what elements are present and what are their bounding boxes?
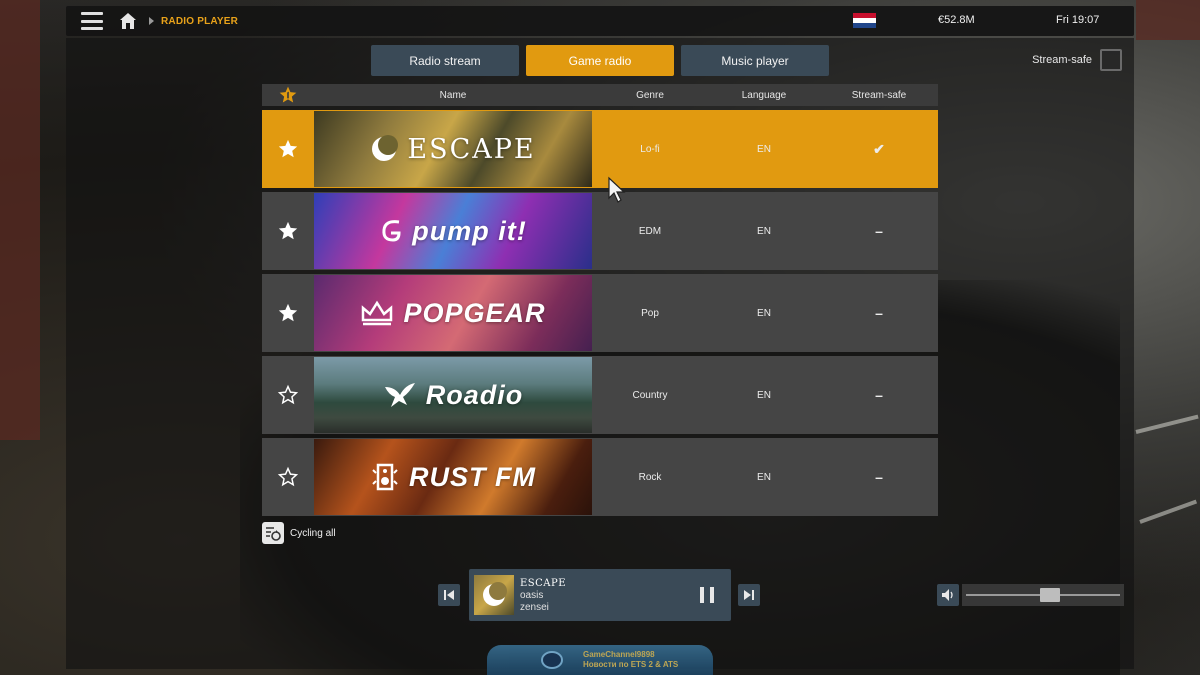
cycling-label: Cycling all: [290, 527, 336, 539]
moon-logo-icon: [372, 135, 399, 161]
money-balance: €52.8M: [938, 14, 975, 26]
station-name: Roadio: [383, 380, 524, 411]
eagle-logo-icon: [384, 383, 415, 407]
tab-radio-stream[interactable]: Radio stream: [371, 45, 519, 76]
now-playing-panel: ESCAPE oasis zensei: [469, 569, 731, 621]
station-name: ESCAPE: [370, 134, 535, 165]
language-cell: EN: [757, 307, 771, 319]
home-icon[interactable]: [119, 12, 137, 30]
stream-safe-cell: ✔: [873, 140, 885, 157]
pause-icon[interactable]: [700, 587, 714, 603]
genre-cell: Country: [632, 389, 668, 401]
skip-previous-icon: [444, 590, 454, 600]
game-clock: Fri 19:07: [1056, 14, 1100, 26]
previous-station-button[interactable]: [438, 584, 460, 606]
table-header: Name Genre Language Stream-safe: [262, 84, 938, 106]
star-filled-icon: [278, 139, 298, 158]
genre-cell: Rock: [638, 471, 662, 483]
station-banner: POPGEAR: [314, 275, 592, 351]
station-banner: pump it!: [314, 193, 592, 269]
favorite-toggle[interactable]: [262, 220, 314, 242]
station-banner: ESCAPE: [314, 111, 592, 187]
column-header-stream-safe[interactable]: Stream-safe: [820, 90, 938, 101]
cycle-list-icon: [262, 522, 284, 544]
station-name: pump it!: [379, 216, 526, 247]
table-row[interactable]: Roadio Country EN –: [262, 356, 938, 434]
favorite-toggle[interactable]: [262, 302, 314, 324]
volume-thumb[interactable]: [1040, 588, 1060, 602]
now-playing-artist: zensei: [520, 601, 549, 613]
now-playing-station: ESCAPE: [520, 577, 567, 589]
favorite-star-icon: [279, 86, 297, 103]
tab-music-player[interactable]: Music player: [681, 45, 829, 76]
favorite-toggle[interactable]: [262, 138, 314, 160]
favorites-header[interactable]: [262, 85, 314, 105]
star-outline-icon: [277, 384, 299, 405]
channel-logo-icon: [541, 651, 563, 669]
crown-logo-icon: [362, 300, 393, 326]
breadcrumb: RADIO PLAYER: [161, 15, 239, 27]
station-name: RUST FM: [370, 462, 536, 493]
hamburger-menu-icon[interactable]: [81, 12, 103, 30]
source-tabs: Radio stream Game radio Music player: [371, 45, 829, 76]
next-station-button[interactable]: [738, 584, 760, 606]
garage-beam: [0, 0, 40, 440]
genre-cell: EDM: [638, 225, 662, 237]
stream-safe-cell: –: [875, 469, 883, 485]
favorite-toggle[interactable]: [262, 466, 314, 488]
column-header-name[interactable]: Name: [314, 90, 592, 101]
star-outline-icon: [277, 466, 299, 487]
table-row[interactable]: pump it! EDM EN –: [262, 192, 938, 270]
skip-next-icon: [744, 590, 754, 600]
stream-safe-filter: Stream-safe: [1032, 49, 1122, 71]
floor-line: [1139, 499, 1198, 524]
star-filled-icon: [278, 303, 298, 322]
speaker-logo-icon: [372, 463, 398, 491]
station-list: ESCAPE Lo-fi EN ✔ pump it! EDM EN – POPG…: [262, 110, 938, 520]
pump-logo-icon: [382, 220, 401, 242]
floor-line: [1135, 414, 1199, 434]
cycling-mode-toggle[interactable]: Cycling all: [262, 522, 336, 544]
radio-panel: Radio stream Game radio Music player Str…: [66, 38, 1134, 669]
genre-cell: Lo-fi: [640, 143, 660, 155]
station-artwork: [474, 575, 514, 615]
mute-button[interactable]: [937, 584, 959, 606]
language-cell: EN: [757, 471, 771, 483]
breadcrumb-arrow-icon: [149, 17, 154, 25]
station-banner: RUST FM: [314, 439, 592, 515]
star-filled-icon: [278, 221, 298, 240]
now-playing-track: oasis: [520, 589, 544, 601]
garage-beam: [1136, 0, 1200, 40]
watermark-text: GameChannel9898 Новости по ETS 2 & ATS: [583, 650, 679, 669]
channel-watermark: GameChannel9898 Новости по ETS 2 & ATS: [487, 645, 713, 675]
genre-cell: Pop: [641, 307, 659, 319]
stream-safe-cell: –: [875, 223, 883, 239]
top-bar: RADIO PLAYER €52.8M Fri 19:07: [66, 6, 1134, 36]
volume-slider[interactable]: [962, 584, 1124, 606]
stream-safe-cell: –: [875, 305, 883, 321]
mouse-cursor-icon: [608, 176, 626, 203]
favorite-toggle[interactable]: [262, 384, 314, 406]
speaker-icon: [942, 589, 953, 601]
stream-safe-checkbox[interactable]: [1100, 49, 1122, 71]
station-banner: Roadio: [314, 357, 592, 433]
tab-game-radio[interactable]: Game radio: [526, 45, 674, 76]
station-name: POPGEAR: [360, 298, 545, 329]
netherlands-flag-icon: [853, 13, 876, 28]
table-row[interactable]: ESCAPE Lo-fi EN ✔: [262, 110, 938, 188]
language-cell: EN: [757, 225, 771, 237]
stream-safe-label: Stream-safe: [1032, 54, 1092, 66]
stream-safe-cell: –: [875, 387, 883, 403]
column-header-language[interactable]: Language: [708, 90, 820, 101]
language-cell: EN: [757, 143, 771, 155]
now-playing-info: ESCAPE oasis zensei: [520, 578, 566, 613]
table-row[interactable]: RUST FM Rock EN –: [262, 438, 938, 516]
table-row[interactable]: POPGEAR Pop EN –: [262, 274, 938, 352]
column-header-genre[interactable]: Genre: [592, 90, 708, 101]
moon-logo-icon: [483, 582, 507, 606]
language-cell: EN: [757, 389, 771, 401]
